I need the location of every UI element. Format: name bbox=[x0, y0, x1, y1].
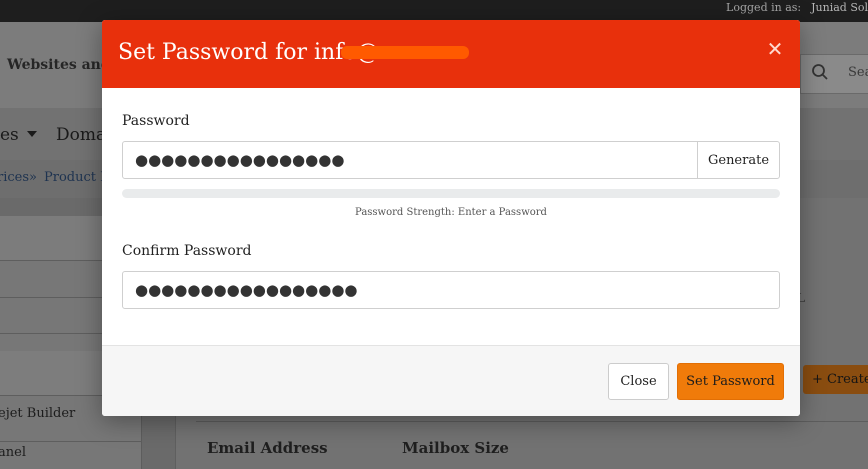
sidebar-item-label: anel bbox=[0, 445, 26, 460]
close-icon[interactable]: ✕ bbox=[764, 38, 786, 60]
sidebar-item-panel[interactable]: anel bbox=[0, 442, 142, 469]
close-button[interactable]: Close bbox=[608, 363, 669, 400]
redaction-mark bbox=[341, 46, 469, 59]
logged-in-label: Logged in as: bbox=[726, 1, 802, 14]
sidebar-item-label: ejet Builder bbox=[0, 406, 76, 421]
breadcrumb-item-services[interactable]: rices bbox=[0, 170, 29, 185]
create-mailbox-button[interactable]: + Create bbox=[803, 365, 868, 394]
column-header-email[interactable]: Email Address bbox=[207, 439, 328, 457]
nav-item-label: es bbox=[0, 125, 19, 145]
set-password-button[interactable]: Set Password bbox=[677, 363, 784, 400]
modal-header: Set Password for info@ ✕ bbox=[102, 20, 800, 88]
search-placeholder: Sea bbox=[848, 65, 868, 80]
password-strength-text: Password Strength: Enter a Password bbox=[355, 207, 547, 218]
nav-item-services[interactable]: es bbox=[0, 125, 37, 145]
divider bbox=[196, 421, 868, 422]
column-header-mailbox-size[interactable]: Mailbox Size bbox=[402, 439, 509, 457]
caret-down-icon bbox=[26, 131, 37, 137]
set-password-modal: Set Password for info@ ✕ Password Genera… bbox=[102, 20, 800, 416]
logged-in-info: Logged in as: Juniad Sol bbox=[726, 0, 868, 22]
password-strength-bar bbox=[122, 189, 780, 198]
generate-password-button[interactable]: Generate bbox=[697, 141, 780, 179]
breadcrumb-item-product[interactable]: Product D bbox=[44, 170, 111, 185]
search-box[interactable]: Sea bbox=[800, 54, 868, 94]
confirm-password-input[interactable] bbox=[122, 271, 780, 309]
password-input[interactable] bbox=[122, 141, 698, 179]
top-bar: Logged in as: Juniad Sol bbox=[0, 0, 868, 22]
breadcrumb-separator: » bbox=[29, 170, 37, 185]
modal-footer: Close Set Password bbox=[102, 345, 800, 416]
logged-in-user[interactable]: Juniad Sol bbox=[811, 1, 868, 14]
search-icon bbox=[812, 64, 828, 80]
confirm-password-label: Confirm Password bbox=[122, 243, 252, 259]
modal-title: Set Password for info@ bbox=[118, 40, 379, 65]
nav-item-domains[interactable]: Doma bbox=[56, 125, 106, 145]
password-label: Password bbox=[122, 113, 190, 129]
